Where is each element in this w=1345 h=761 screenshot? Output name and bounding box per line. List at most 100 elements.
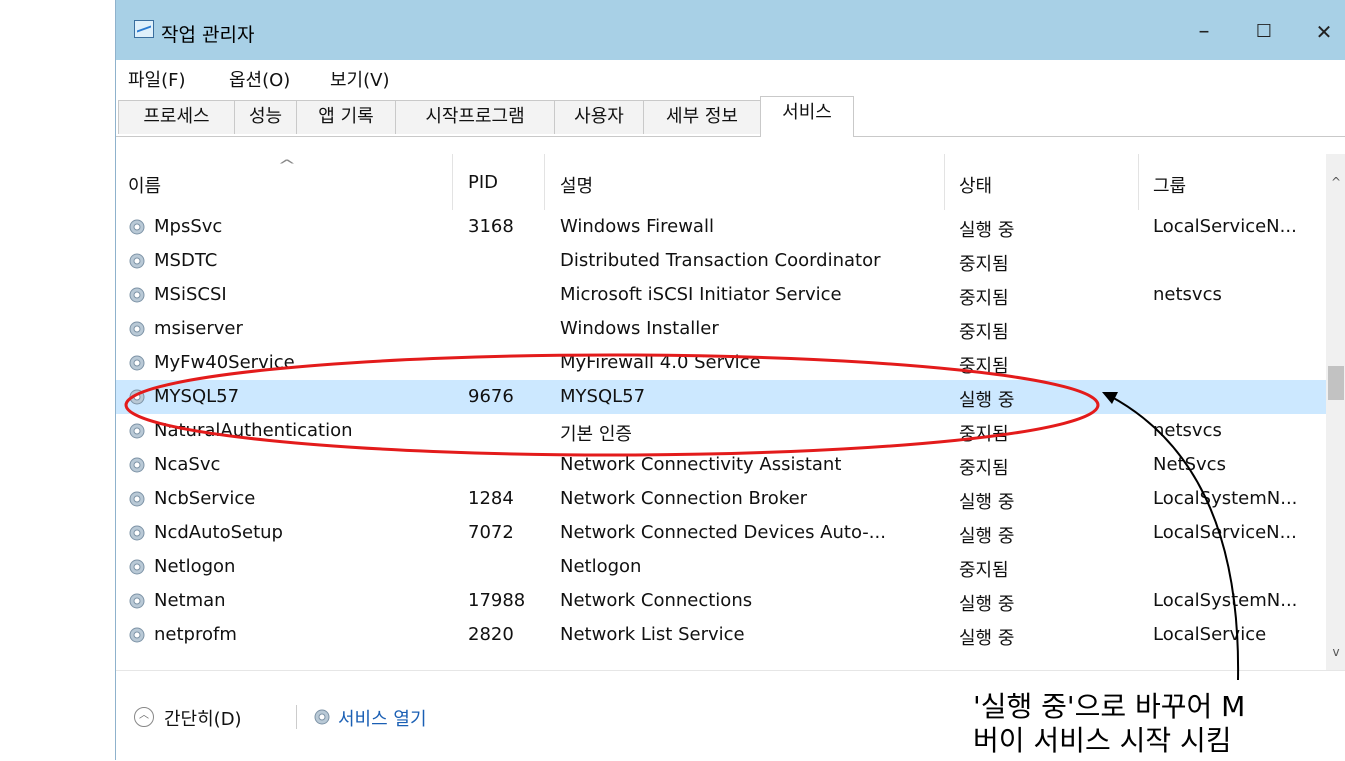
tab-details[interactable]: 세부 정보: [643, 100, 761, 134]
service-status: 실행 중: [959, 390, 1015, 411]
service-status: 실행 중: [959, 526, 1015, 547]
service-description: Network Connections: [560, 590, 753, 611]
service-description: Windows Firewall: [560, 216, 714, 237]
table-row[interactable]: MpsSvc 3168 Windows Firewall 실행 중 LocalServi…: [116, 210, 1326, 244]
column-header-name[interactable]: 이름: [128, 172, 161, 198]
table-row[interactable]: Netlogon Netlogon 중지됨: [116, 550, 1326, 584]
open-services-link[interactable]: 서비스 열기: [338, 705, 427, 731]
column-header-group[interactable]: 그룹: [1153, 172, 1186, 198]
service-name: MpsSvc: [154, 216, 223, 237]
gear-icon: [129, 423, 145, 439]
service-pid: 17988: [468, 590, 526, 611]
column-header-status[interactable]: 상태: [959, 172, 992, 198]
service-status: 실행 중: [959, 628, 1015, 649]
gear-icon: [129, 457, 145, 473]
services-table: ^ 이름 PID 설명 상태 그룹 MpsSvc 3168 Windows Fire…: [116, 154, 1326, 670]
menu-bar: 파일(F) 옵션(O) 보기(V): [116, 60, 1345, 96]
menu-view[interactable]: 보기(V): [330, 66, 389, 92]
chevron-up-circle-icon[interactable]: ︿: [134, 707, 154, 727]
table-row[interactable]: MYSQL57 9676 MYSQL57 실행 중: [116, 380, 1326, 414]
service-description: Distributed Transaction Coordinator: [560, 250, 881, 271]
gear-icon: [129, 355, 145, 371]
service-status: 중지됨: [959, 322, 1009, 343]
table-row[interactable]: Netman 17988 Network Connections 실행 중 LocalS…: [116, 584, 1326, 618]
table-row[interactable]: NcbService 1284 Network Connection Broker 실…: [116, 482, 1326, 516]
tab-users[interactable]: 사용자: [554, 100, 644, 134]
vertical-scrollbar[interactable]: ^ v: [1326, 154, 1345, 670]
service-description: Windows Installer: [560, 318, 719, 339]
service-description: MyFirewall 4.0 Service: [560, 352, 761, 373]
tab-app-history[interactable]: 앱 기록: [296, 100, 396, 134]
tab-bar: 프로세스 성능 앱 기록 시작프로그램 사용자 세부 정보 서비스: [116, 96, 1345, 137]
service-pid: 9676: [468, 386, 514, 407]
service-status: 중지됨: [959, 288, 1009, 309]
service-group: NetSvcs: [1153, 454, 1226, 475]
service-status: 실행 중: [959, 492, 1015, 513]
table-row[interactable]: MSiSCSI Microsoft iSCSI Initiator Service…: [116, 278, 1326, 312]
service-pid: 7072: [468, 522, 514, 543]
column-divider[interactable]: [544, 154, 545, 210]
scroll-thumb[interactable]: [1328, 366, 1344, 400]
service-status: 중지됨: [959, 356, 1009, 377]
gear-icon: [129, 287, 145, 303]
column-divider[interactable]: [944, 154, 945, 210]
gear-icon: [129, 593, 145, 609]
service-name: NaturalAuthentication: [154, 420, 353, 441]
service-name: MyFw40Service: [154, 352, 295, 373]
service-status: 실행 중: [959, 220, 1015, 241]
service-description: Network Connection Broker: [560, 488, 808, 509]
gear-icon: [129, 389, 145, 405]
table-row[interactable]: MSDTC Distributed Transaction Coordinator…: [116, 244, 1326, 278]
service-name: Netlogon: [154, 556, 236, 577]
scroll-up-arrow-icon[interactable]: ^: [1326, 170, 1345, 194]
service-pid: 3168: [468, 216, 514, 237]
table-row[interactable]: netprofm 2820 Network List Service 실행 중 Loca…: [116, 618, 1326, 652]
service-name: NcdAutoSetup: [154, 522, 283, 543]
service-group: LocalServiceN...: [1153, 216, 1297, 237]
maximize-button[interactable]: ☐: [1244, 14, 1284, 50]
service-status: 중지됨: [959, 254, 1009, 275]
title-bar: 작업 관리자 – ☐ ✕: [116, 0, 1345, 60]
tab-startup[interactable]: 시작프로그램: [395, 100, 555, 134]
tab-performance[interactable]: 성능: [234, 100, 297, 134]
column-header-pid[interactable]: PID: [468, 172, 498, 193]
column-header-description[interactable]: 설명: [560, 172, 593, 198]
tab-processes[interactable]: 프로세스: [118, 100, 235, 134]
service-name: MYSQL57: [154, 386, 240, 407]
minimize-button[interactable]: –: [1184, 14, 1224, 50]
column-divider[interactable]: [1138, 154, 1139, 210]
service-group: LocalServiceN...: [1153, 522, 1297, 543]
service-description: Netlogon: [560, 556, 642, 577]
service-status: 중지됨: [959, 458, 1009, 479]
gear-icon: [314, 709, 330, 725]
task-manager-icon: [134, 20, 154, 38]
service-description: Network Connected Devices Auto-...: [560, 522, 886, 543]
menu-options[interactable]: 옵션(O): [229, 66, 290, 92]
menu-file[interactable]: 파일(F): [128, 66, 186, 92]
service-pid: 2820: [468, 624, 514, 645]
gear-icon: [129, 627, 145, 643]
table-row[interactable]: MyFw40Service MyFirewall 4.0 Service 중지됨: [116, 346, 1326, 380]
service-pid: 1284: [468, 488, 514, 509]
column-divider[interactable]: [452, 154, 453, 210]
service-group: netsvcs: [1153, 420, 1222, 441]
gear-icon: [129, 525, 145, 541]
window-title: 작업 관리자: [161, 24, 255, 46]
close-button[interactable]: ✕: [1304, 14, 1344, 50]
annotation-line-1: '실행 중'으로 바꾸어 M: [973, 690, 1246, 723]
table-row[interactable]: NaturalAuthentication 기본 인증 중지됨 netsvcs: [116, 414, 1326, 448]
table-row[interactable]: NcaSvc Network Connectivity Assistant 중지됨 N…: [116, 448, 1326, 482]
service-name: Netman: [154, 590, 226, 611]
annotation-text: '실행 중'으로 바꾸어 M 버이 서비스 시작 시킴: [973, 690, 1345, 760]
service-group: LocalService: [1153, 624, 1267, 645]
service-name: MSDTC: [154, 250, 218, 271]
scroll-down-arrow-icon[interactable]: v: [1326, 640, 1345, 664]
table-row[interactable]: NcdAutoSetup 7072 Network Connected Device…: [116, 516, 1326, 550]
service-name: MSiSCSI: [154, 284, 227, 305]
gear-icon: [129, 559, 145, 575]
table-row[interactable]: msiserver Windows Installer 중지됨: [116, 312, 1326, 346]
tab-services[interactable]: 서비스: [760, 96, 854, 137]
service-name: msiserver: [154, 318, 243, 339]
service-status: 중지됨: [959, 424, 1009, 445]
fewer-details-button[interactable]: 간단히(D): [164, 705, 242, 731]
